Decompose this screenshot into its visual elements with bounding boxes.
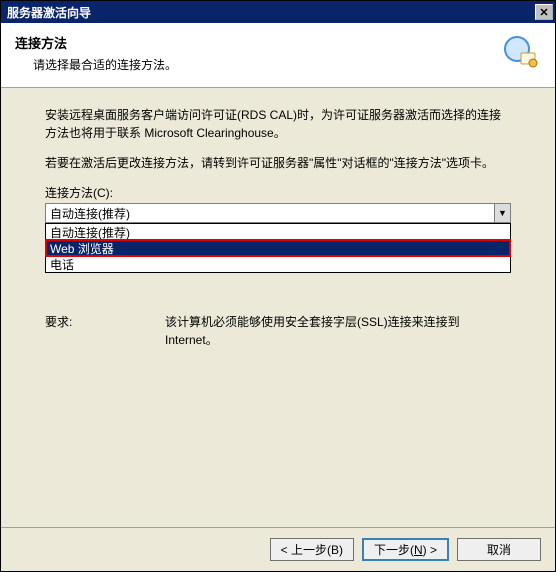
dropdown-option-auto[interactable]: 自动连接(推荐)	[46, 224, 510, 240]
connection-method-dropdown: 自动连接(推荐) Web 浏览器 电话	[45, 223, 511, 273]
requirements-label: 要求:	[45, 313, 165, 349]
header-text: 连接方法 请选择最合适的连接方法。	[15, 33, 501, 73]
wizard-footer: < 上一步(B) 下一步(N) > 取消	[1, 527, 555, 571]
intro-para-1: 安装远程桌面服务客户端访问许可证(RDS CAL)时，为许可证服务器激活而选择的…	[45, 106, 511, 142]
next-button-prefix: 下一步(	[374, 541, 414, 558]
connection-method-combo[interactable]: 自动连接(推荐) ▼	[45, 203, 511, 223]
wizard-window: 服务器激活向导 ✕ 连接方法 请选择最合适的连接方法。 安装远程桌面服务客户端访…	[0, 0, 556, 572]
header-heading: 连接方法	[15, 33, 501, 52]
window-title: 服务器激活向导	[7, 4, 535, 21]
requirements-text: 该计算机必须能够使用安全套接字层(SSL)连接来连接到 Internet。	[165, 313, 511, 349]
requirements-row: 要求: 该计算机必须能够使用安全套接字层(SSL)连接来连接到 Internet…	[45, 313, 511, 349]
close-button[interactable]: ✕	[535, 4, 553, 20]
connection-method-label: 连接方法(C):	[45, 184, 511, 201]
chevron-down-icon: ▼	[494, 204, 510, 222]
next-button-key: N	[414, 543, 423, 557]
cancel-button[interactable]: 取消	[457, 538, 541, 561]
dropdown-option-web[interactable]: Web 浏览器	[46, 240, 510, 256]
wizard-body: 安装远程桌面服务客户端访问许可证(RDS CAL)时，为许可证服务器激活而选择的…	[1, 88, 555, 527]
combo-selected-value: 自动连接(推荐)	[50, 205, 494, 222]
header-subheading: 请选择最合适的连接方法。	[33, 56, 501, 73]
wizard-header: 连接方法 请选择最合适的连接方法。	[1, 23, 555, 88]
titlebar: 服务器激活向导 ✕	[1, 1, 555, 23]
next-button-suffix: ) >	[423, 543, 437, 557]
intro-para-2: 若要在激活后更改连接方法，请转到许可证服务器"属性"对话框的"连接方法"选项卡。	[45, 154, 511, 172]
next-button[interactable]: 下一步(N) >	[362, 538, 449, 561]
dropdown-option-phone[interactable]: 电话	[46, 256, 510, 272]
back-button[interactable]: < 上一步(B)	[270, 538, 354, 561]
certificate-icon	[501, 33, 541, 73]
